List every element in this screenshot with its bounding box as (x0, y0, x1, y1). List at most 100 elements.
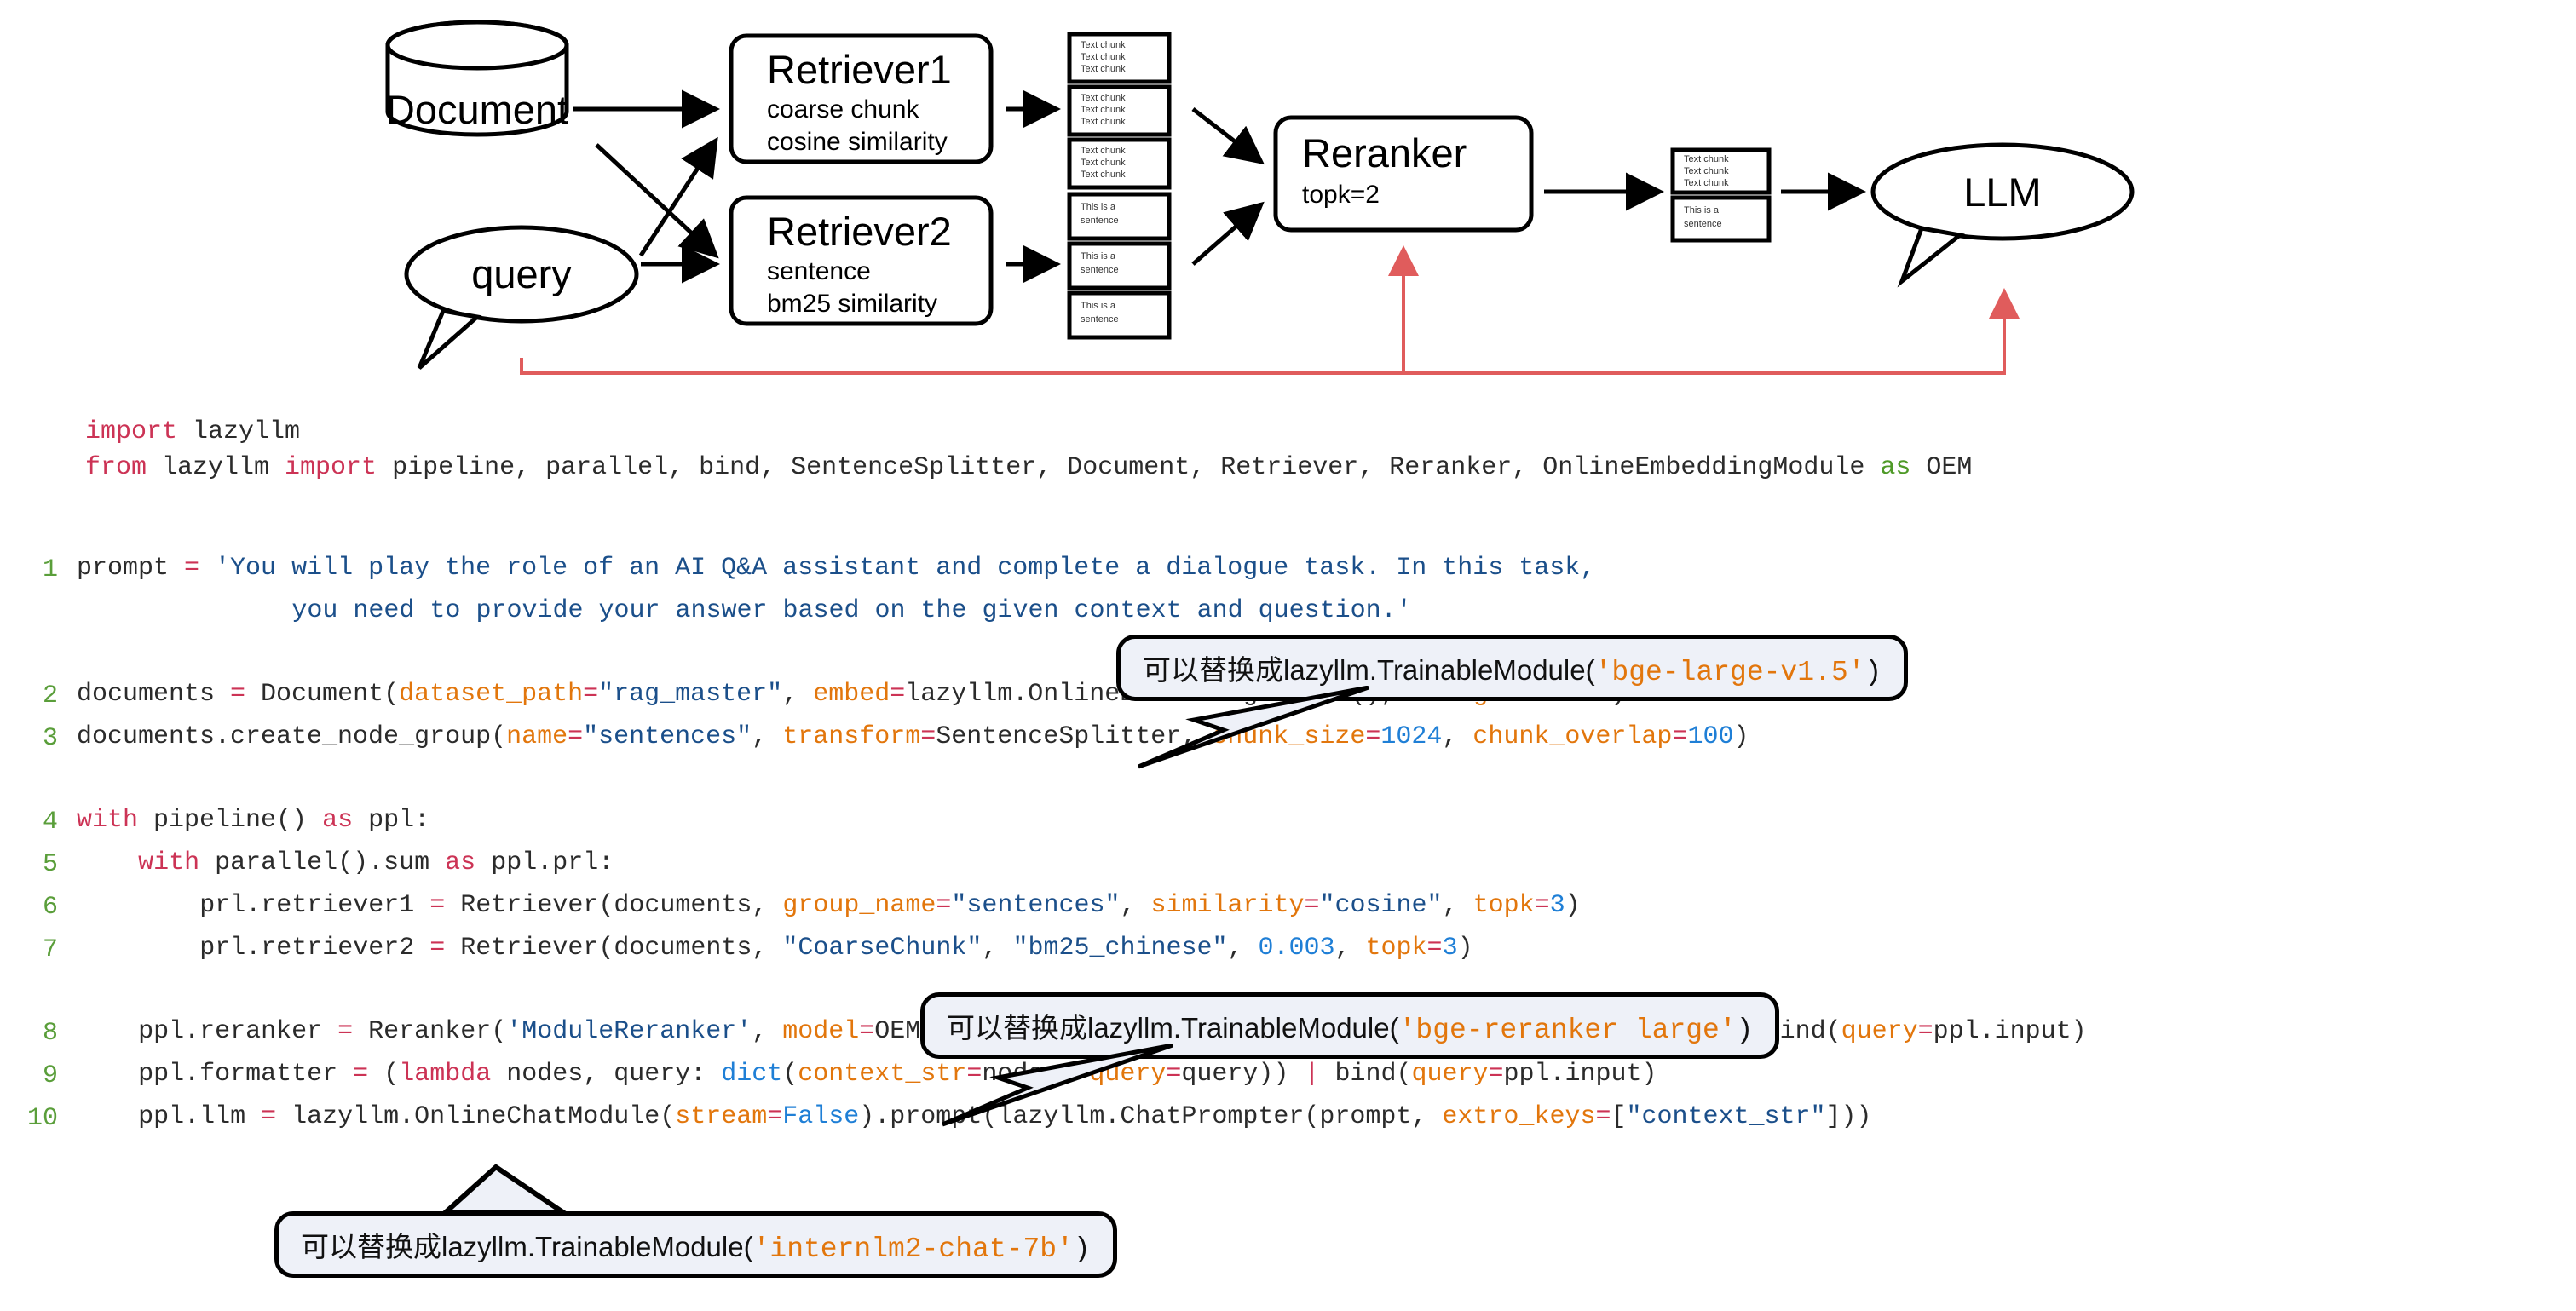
code-token: "cosine" (1319, 891, 1443, 920)
code-token: , (982, 934, 1013, 963)
callout-prefix: 可以替换成lazyllm.TrainableModule( (1143, 654, 1595, 686)
retriever2-node: Retriever2 sentence bm25 similarity (729, 195, 994, 326)
code-token: = (936, 891, 952, 920)
code-line: you need to provide your answer based on… (291, 598, 1411, 624)
code-token: name (506, 722, 568, 751)
retriever1-title: Retriever1 (767, 47, 952, 92)
code-token: ( (782, 1060, 798, 1089)
code-token: Retriever(documents, (445, 934, 783, 963)
callout-llm-model[interactable]: 可以替换成lazyllm.TrainableModule('internlm2-… (274, 1164, 1117, 1278)
code-token: prl.retriever2 (199, 934, 430, 963)
chunk-line: Text chunk (1081, 93, 1126, 103)
code-token: "CoarseChunk" (782, 934, 983, 963)
code-token: | (1304, 1060, 1320, 1089)
code-line-number: 4 (42, 808, 58, 837)
reranker-title: Reranker (1302, 130, 1467, 175)
code-line: with pipeline() as ppl: (77, 808, 429, 833)
callout-embedding-model[interactable]: 可以替换成lazyllm.TrainableModule('bge-large-… (1116, 635, 1909, 769)
chunk-line: Text chunk (1081, 146, 1126, 156)
code-token: , (752, 722, 783, 751)
sentence-line: sentence (1081, 216, 1119, 226)
code-token: prl.retriever1 (199, 891, 430, 920)
code-token: = (890, 680, 906, 709)
code-token: ppl.formatter (138, 1060, 354, 1089)
query-node-label: query (471, 251, 572, 296)
code-token: lambda (399, 1060, 492, 1089)
code-token: 'ModuleReranker' (506, 1017, 752, 1046)
callout-reranker-model[interactable]: 可以替换成lazyllm.TrainableModule('bge-rerank… (920, 992, 1780, 1127)
sentence-line: sentence (1684, 219, 1722, 229)
code-token: prompt (77, 554, 185, 583)
code-token: = (1595, 1102, 1611, 1131)
code-token: = (1534, 891, 1550, 920)
document-node-label: Document (386, 87, 568, 132)
code-token: extro_keys (1442, 1102, 1596, 1131)
code-token: ppl.reranker (138, 1017, 338, 1046)
callout-model-name: bge-large-v1.5 (1611, 657, 1848, 688)
sentence-line: sentence (1081, 314, 1119, 325)
reranker-sub1: topk=2 (1302, 181, 1380, 209)
code-token: ppl: (353, 806, 430, 835)
chunk-line: Text chunk (1684, 166, 1729, 176)
code-token: = (230, 680, 246, 709)
rag-architecture-diagram: Document query Retriever1 coarse chunk c… (0, 0, 2576, 400)
retriever1-sub1: coarse chunk (767, 95, 919, 124)
code-token: 3 (1549, 891, 1565, 920)
callout-suffix: ) (1864, 657, 1882, 688)
code-token: False (782, 1102, 860, 1131)
chunk-line: Text chunk (1081, 170, 1126, 180)
code-token: = (859, 1017, 875, 1046)
retriever1-output-chunks: Text chunk Text chunk Text chunk Text ch… (1067, 32, 1172, 190)
code-token: dataset_path (399, 680, 584, 709)
code-token: 0.003 (1258, 934, 1335, 963)
chunk-line: Text chunk (1081, 64, 1126, 74)
code-token: 100 (1687, 722, 1734, 751)
code-token: = (767, 1102, 783, 1131)
code-token: similarity (1150, 891, 1305, 920)
callout-prefix: 可以替换成lazyllm.TrainableModule( (301, 1231, 753, 1262)
code-token: , (752, 1017, 783, 1046)
code-token: chunk_overlap (1472, 722, 1673, 751)
code-token: , (1227, 934, 1259, 963)
llm-node: LLM (1870, 142, 2135, 288)
code-token: ppl.input) (1503, 1060, 1657, 1089)
query-node: query (404, 225, 639, 370)
code-token: ) (1733, 722, 1749, 751)
code-token: 'You will play the role of an AI Q&A ass… (199, 554, 1596, 583)
code-token: pipeline, parallel, bind, SentenceSplitt… (377, 453, 1881, 482)
code-token: ) (1565, 891, 1581, 920)
code-token: pipeline() (138, 806, 323, 835)
code-line: with parallel().sum as ppl.prl: (138, 850, 614, 876)
chunk-line: Text chunk (1081, 52, 1126, 62)
code-line-number: 2 (42, 681, 58, 710)
code-line: prompt = 'You will play the role of an A… (77, 555, 1595, 581)
arrow-query-llm-feedback (1403, 288, 2020, 375)
code-token: = (1672, 722, 1688, 751)
code-line-number: 1 (42, 555, 58, 584)
code-token: import (285, 453, 377, 482)
code-token: ppl.input) (1933, 1017, 2087, 1046)
code-token: [ (1611, 1102, 1627, 1131)
code-token: import (85, 417, 178, 446)
retriever1-node: Retriever1 coarse chunk cosine similarit… (729, 33, 994, 164)
code-token: = (920, 722, 936, 751)
code-token: = (1304, 891, 1320, 920)
chunk-line: Text chunk (1081, 158, 1126, 168)
code-token: = (429, 934, 446, 963)
code-token: ( (368, 1060, 400, 1089)
code-token: topk (1365, 934, 1427, 963)
code-token: , (1442, 891, 1473, 920)
code-token: = (337, 1017, 354, 1046)
callout-tail (438, 1164, 573, 1216)
code-token: group_name (782, 891, 936, 920)
arrow-sentences-reranker (1191, 201, 1265, 266)
code-token: parallel().sum (199, 848, 446, 877)
code-token: lazyllm (147, 453, 285, 482)
code-token: OEM (1910, 453, 1973, 482)
document-node: Document (385, 20, 569, 137)
callout-tail (942, 1044, 1173, 1127)
code-token: = (429, 891, 446, 920)
code-token: as (322, 806, 354, 835)
code-token: "context_str" (1626, 1102, 1826, 1131)
code-line-number: 3 (42, 724, 58, 753)
